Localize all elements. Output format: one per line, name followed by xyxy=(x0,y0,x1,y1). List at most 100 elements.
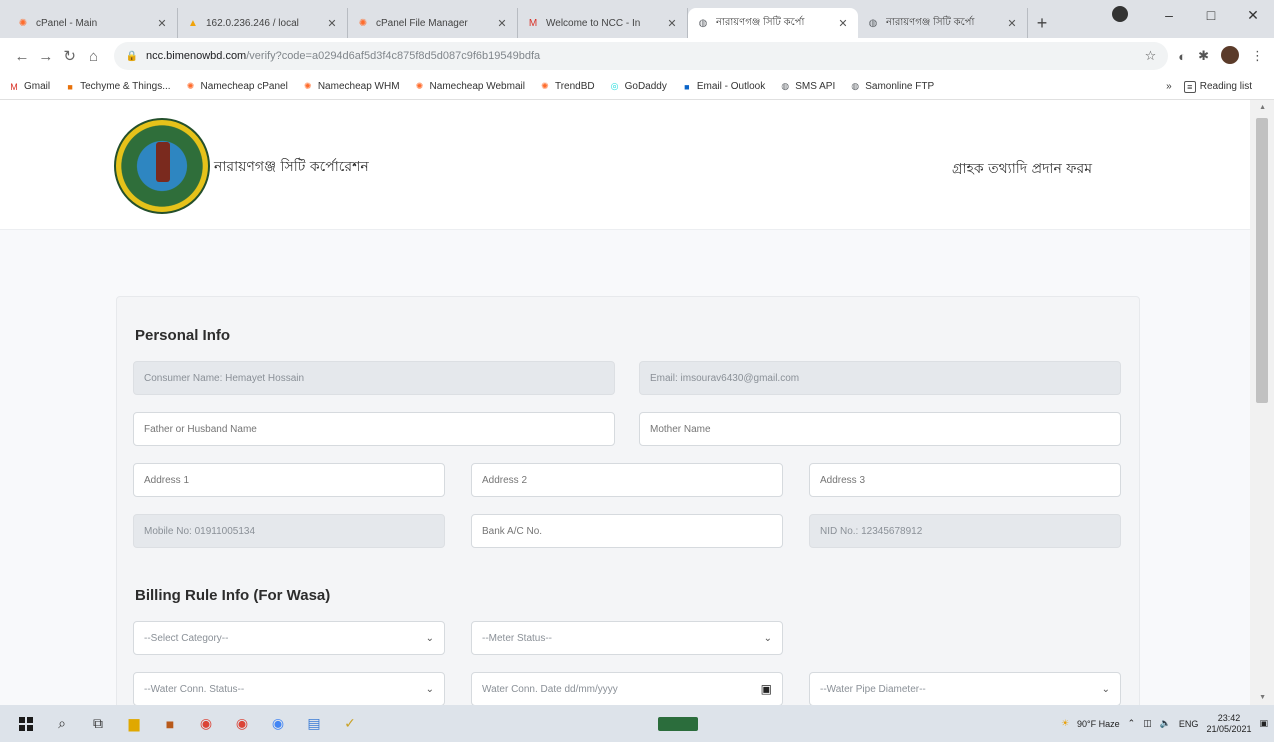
address1-input[interactable] xyxy=(144,474,434,486)
weather-icon[interactable]: ☀ xyxy=(1061,718,1069,729)
bookmark-item[interactable]: ✺ TrendBD xyxy=(539,81,594,93)
godaddy-icon: ◎ xyxy=(610,81,619,91)
maximize-icon[interactable]: □ xyxy=(1190,7,1232,23)
app-icon[interactable]: ✓ xyxy=(332,709,368,739)
browser-tab[interactable]: ✺ cPanel - Main ✕ xyxy=(8,8,178,38)
bookmarks-bar: M Gmail ■ Techyme & Things... ✺ Namecheap cPa… xyxy=(0,74,1274,100)
tab-label: cPanel File Manager xyxy=(376,17,468,29)
browser-tab[interactable]: ▲ 162.0.236.246 / local ✕ xyxy=(178,8,348,38)
language-indicator[interactable]: ENG xyxy=(1179,719,1199,729)
calendar-icon[interactable]: ▣ xyxy=(761,682,772,696)
address2-field[interactable] xyxy=(471,463,783,497)
scroll-up-arrow-icon[interactable]: ▲ xyxy=(1259,104,1266,111)
bookmark-item[interactable]: ◎ GoDaddy xyxy=(609,81,667,93)
close-tab-icon[interactable]: ✕ xyxy=(1005,17,1019,30)
avatar[interactable] xyxy=(1220,45,1239,67)
new-tab-button[interactable]: + xyxy=(1028,8,1056,38)
close-tab-icon[interactable]: ✕ xyxy=(155,17,169,30)
close-tab-icon[interactable]: ✕ xyxy=(495,17,509,30)
tab-label: নারায়ণগঞ্জ সিটি কর্পো xyxy=(886,16,975,28)
water-conn-date-field[interactable]: Water Conn. Date dd/mm/yyyy ▣ xyxy=(471,672,783,705)
menu-icon[interactable]: ⋮ xyxy=(1251,48,1264,64)
reading-list[interactable]: ≡ Reading list xyxy=(1183,80,1252,93)
notification-icon[interactable]: ▣ xyxy=(1259,718,1268,729)
clock[interactable]: 23:42 21/05/2021 xyxy=(1206,713,1251,735)
scroll-down-arrow-icon[interactable]: ▼ xyxy=(1259,694,1266,701)
url-host: ncc.bimenowbd.com xyxy=(145,50,247,62)
meter-status-select[interactable]: --Meter Status-- ⌄ xyxy=(471,621,783,655)
bookmark-item[interactable]: ✺ Namecheap WHM xyxy=(302,81,399,93)
app-icon[interactable]: ■ xyxy=(152,709,188,739)
chrome-icon[interactable]: ◉ xyxy=(188,709,224,739)
minimize-icon[interactable]: – xyxy=(1148,7,1190,23)
scrollbar-thumb[interactable] xyxy=(1256,118,1268,403)
city-corporation-logo xyxy=(114,118,210,214)
bank-account-input[interactable] xyxy=(482,525,772,537)
mother-name-field[interactable] xyxy=(639,412,1121,446)
tab-label: cPanel - Main xyxy=(36,17,98,29)
bookmark-label: Email - Outlook xyxy=(696,81,766,92)
close-tab-icon[interactable]: ✕ xyxy=(665,17,679,30)
home-icon[interactable]: ⌂ xyxy=(82,48,106,65)
lock-icon[interactable]: 🔒 xyxy=(126,51,138,62)
file-explorer-icon[interactable]: ▆ xyxy=(116,709,152,739)
bookmark-item[interactable]: ✺ Namecheap cPanel xyxy=(185,81,288,93)
task-view-icon[interactable]: ⧉ xyxy=(80,709,116,739)
clock-date: 21/05/2021 xyxy=(1206,723,1252,734)
bookmark-item[interactable]: ◍ Samonline FTP xyxy=(849,81,934,93)
mother-name-input[interactable] xyxy=(650,423,1110,435)
forward-icon[interactable]: → xyxy=(34,48,58,65)
bank-account-field[interactable] xyxy=(471,514,783,548)
close-icon[interactable]: ✕ xyxy=(1232,7,1274,24)
address3-input[interactable] xyxy=(820,474,1110,486)
back-icon[interactable]: ← xyxy=(10,48,34,65)
chevron-down-icon: ⌄ xyxy=(425,632,434,644)
cpanel-icon: ✺ xyxy=(186,81,195,91)
water-conn-status-select[interactable]: --Water Conn. Status-- ⌄ xyxy=(133,672,445,705)
bookmark-item[interactable]: ■ Email - Outlook xyxy=(681,81,765,93)
browser-tab[interactable]: ✺ cPanel File Manager ✕ xyxy=(348,8,518,38)
father-name-input[interactable] xyxy=(144,423,604,435)
bookmark-item[interactable]: ✺ Namecheap Webmail xyxy=(414,81,525,93)
browser-tab[interactable]: ◍ নারায়ণগঞ্জ সিটি কর্পো ✕ xyxy=(858,8,1028,38)
category-select[interactable]: --Select Category-- ⌄ xyxy=(133,621,445,655)
bookmark-item[interactable]: ◍ SMS API xyxy=(779,81,835,93)
profile-icon[interactable] xyxy=(1106,5,1148,25)
chrome-icon[interactable]: ◉ xyxy=(260,709,296,739)
site-title: নারায়ণগঞ্জ সিটি কর্পোরেশন xyxy=(214,159,369,175)
app-icon[interactable]: ▤ xyxy=(296,709,332,739)
reload-icon[interactable]: ↻ xyxy=(58,47,82,65)
more-bookmarks-icon[interactable]: » xyxy=(1166,81,1172,92)
tab-label: 162.0.236.246 / local xyxy=(206,17,299,29)
puzzle-icon[interactable]: ✱ xyxy=(1198,48,1209,64)
network-icon[interactable]: ◫ xyxy=(1143,718,1152,729)
browser-tab[interactable]: M Welcome to NCC - In ✕ xyxy=(518,8,688,38)
address3-field[interactable] xyxy=(809,463,1121,497)
father-name-field[interactable] xyxy=(133,412,615,446)
cpanel-icon: ✺ xyxy=(541,81,549,91)
bookmark-star-icon[interactable]: ☆ xyxy=(1145,48,1157,64)
windows-start-icon[interactable] xyxy=(8,709,44,739)
page-scrollbar[interactable]: ▲ ▼ xyxy=(1250,100,1274,705)
address1-field[interactable] xyxy=(133,463,445,497)
close-tab-icon[interactable]: ✕ xyxy=(325,17,339,30)
water-pipe-diameter-select[interactable]: --Water Pipe Diameter-- ⌄ xyxy=(809,672,1121,705)
browser-tab-strip: ✺ cPanel - Main ✕ ▲ 162.0.236.246 / local ✕ ✺ c… xyxy=(0,0,1274,38)
address2-input[interactable] xyxy=(482,474,772,486)
weather-text[interactable]: 90°F Haze xyxy=(1077,719,1120,729)
close-tab-icon[interactable]: ✕ xyxy=(836,17,850,30)
tray-expand-icon[interactable]: ⌃ xyxy=(1128,718,1136,729)
tray-app-icon[interactable] xyxy=(658,716,698,731)
bookmark-label: Techyme & Things... xyxy=(80,81,171,92)
address-bar[interactable]: 🔒 ncc.bimenowbd.com /verify?code=a0294d6… xyxy=(113,42,1169,70)
reading-list-icon: ≡ xyxy=(1183,80,1196,93)
search-icon[interactable]: ⌕ xyxy=(44,709,80,739)
bookmark-item[interactable]: ■ Techyme & Things... xyxy=(64,81,170,93)
bookmark-label: SMS API xyxy=(795,81,836,92)
browser-tab[interactable]: ◍ নারায়ণগঞ্জ সিটি কর্পো ✕ xyxy=(688,8,858,38)
bookmark-item[interactable]: M Gmail xyxy=(8,81,50,93)
extension-icon[interactable]: ◐ xyxy=(1178,49,1186,64)
chrome-icon[interactable]: ◉ xyxy=(224,709,260,739)
gmail-icon: M xyxy=(528,17,538,29)
volume-icon[interactable]: 🔈 xyxy=(1160,718,1171,729)
